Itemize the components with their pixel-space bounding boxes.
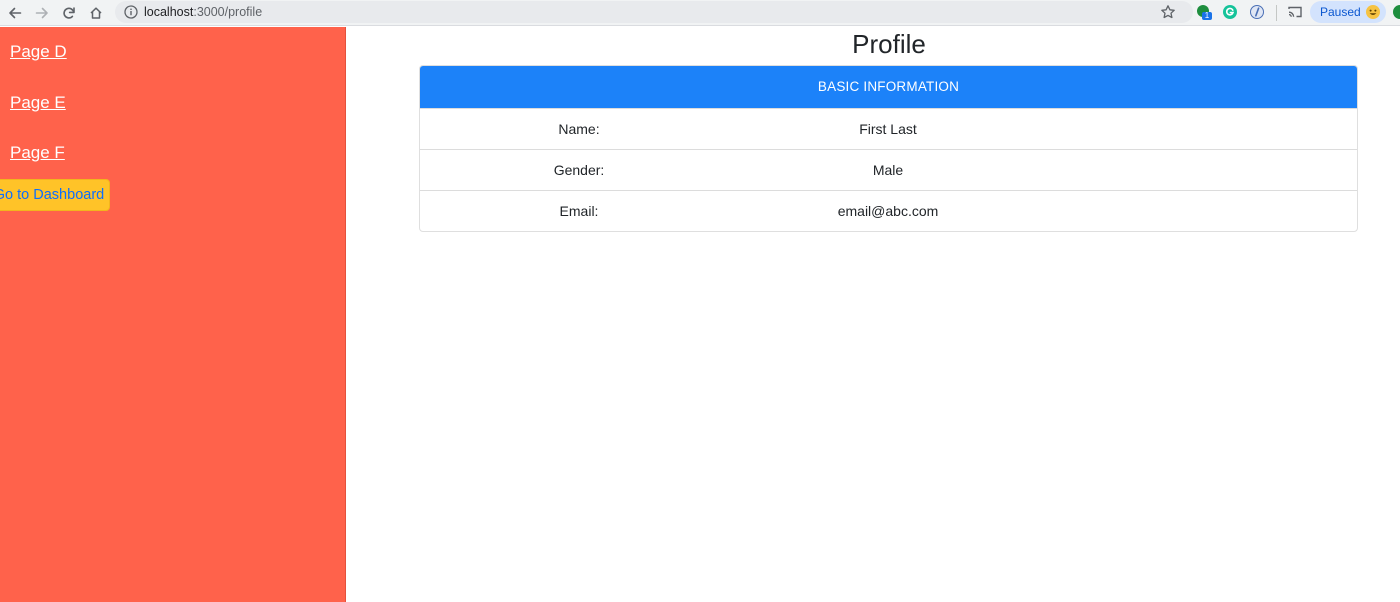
gender-value: Male <box>872 162 904 178</box>
card-header: BASIC INFORMATION <box>420 66 1357 108</box>
arrow-left-icon <box>9 7 22 19</box>
url-host: localhost <box>144 5 194 19</box>
address-bar[interactable]: localhost:3000/profile <box>115 1 1193 23</box>
go-to-dashboard-button[interactable]: Go to Dashboard <box>0 179 110 211</box>
reload-icon <box>63 7 75 19</box>
cast-icon <box>1288 6 1302 18</box>
extension-green-dot[interactable]: 1 <box>1196 4 1212 20</box>
name-value: First Last <box>859 121 917 137</box>
profile-status-label: Paused <box>1320 5 1361 19</box>
reload-button[interactable] <box>59 3 79 23</box>
sidebar-link-page-f[interactable]: Page F <box>10 143 65 163</box>
home-button[interactable] <box>86 3 106 23</box>
avatar-emoji-icon <box>1366 5 1380 19</box>
star-icon[interactable] <box>1160 4 1176 20</box>
email-value: email@abc.com <box>837 203 939 219</box>
cast-button[interactable] <box>1287 4 1303 20</box>
table-row-email: Email: email@abc.com <box>420 190 1357 231</box>
forward-button[interactable] <box>32 3 52 23</box>
gender-label: Gender: <box>553 162 605 178</box>
name-label: Name: <box>558 121 600 137</box>
home-icon <box>90 7 102 19</box>
arrow-right-icon <box>35 7 48 19</box>
table-row-name: Name: First Last <box>420 108 1357 149</box>
browser-toolbar: localhost:3000/profile 1 Paused <box>0 0 1400 26</box>
sidebar: Page D Page E Page F Go to Dashboard <box>0 27 346 602</box>
sidebar-link-page-d[interactable]: Page D <box>10 42 67 62</box>
grammarly-extension[interactable] <box>1222 4 1238 20</box>
basic-information-card: BASIC INFORMATION Name: First Last Gende… <box>419 65 1358 232</box>
toolbar-divider <box>1276 5 1277 21</box>
sidebar-link-page-e[interactable]: Page E <box>10 93 66 113</box>
extension-badge: 1 <box>1204 11 1210 20</box>
extension-partial-icon[interactable] <box>1392 4 1400 20</box>
url-text: localhost:3000/profile <box>144 4 262 20</box>
extension-shield[interactable] <box>1249 4 1265 20</box>
back-button[interactable] <box>5 3 25 23</box>
email-label: Email: <box>559 203 599 219</box>
grammarly-icon <box>1223 5 1237 19</box>
page-title: Profile <box>852 29 926 59</box>
url-path: :3000/profile <box>193 5 263 19</box>
profile-paused-button[interactable]: Paused <box>1310 1 1386 23</box>
info-icon[interactable] <box>123 4 139 20</box>
extension-circle-icon <box>1250 5 1264 19</box>
table-row-gender: Gender: Male <box>420 149 1357 190</box>
